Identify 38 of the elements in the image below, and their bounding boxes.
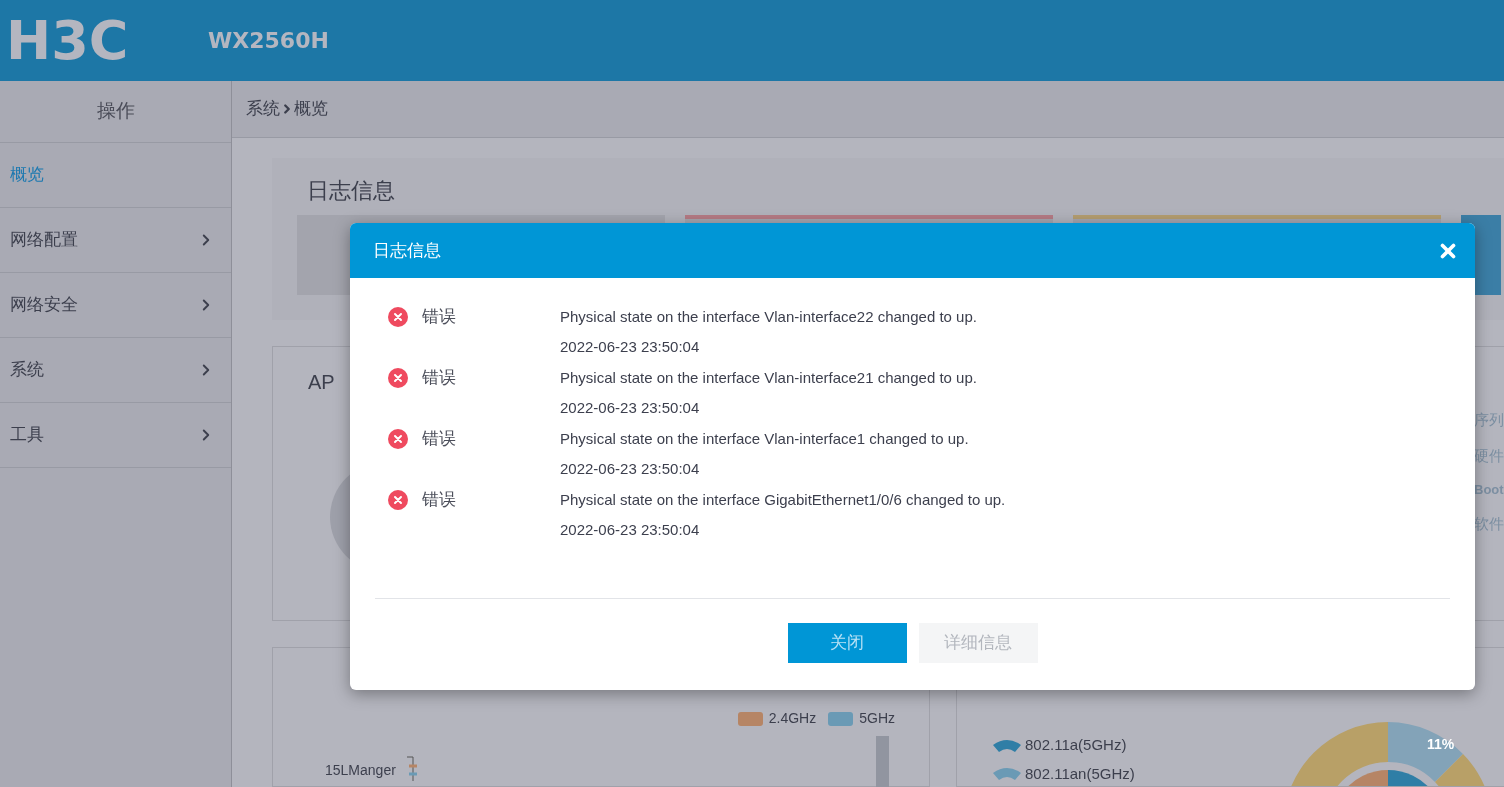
logo: H3C [6,13,130,68]
info-label: Boot [1474,481,1504,499]
log-time: 2022-06-23 23:50:04 [560,337,701,357]
dialog-button[interactable]: 关闭 [787,623,907,663]
donut-percent-label: 11% [1427,735,1455,754]
log-message: Physical state on the interface Vlan-interface21 changed to up. [560,368,977,388]
sidebar-item[interactable]: 系统 [0,338,231,403]
log-level: 错误 [422,429,456,449]
sidebar-heading: 操作 [96,99,135,124]
bar-drawing [405,756,419,782]
log-level: 错误 [422,490,456,510]
breadcrumb-current: 概览 [294,98,328,121]
legend-label: 802.11a(5GHz) [1025,735,1127,755]
error-icon [388,307,408,327]
sidebar-item[interactable]: 工具 [0,403,231,468]
breadcrumb-link[interactable]: 系统 [246,96,280,122]
legend-label: 2.4GHz [768,709,817,728]
scrollbar[interactable] [876,736,889,787]
log-time: 2022-06-23 23:50:04 [560,398,701,418]
dialog-title: 日志信息 [373,239,441,262]
card-title: AP [308,371,335,393]
log-message: Physical state on the interface GigabitEthernet1/0/6 changed to up. [560,490,1006,510]
log-time: 2022-06-23 23:50:04 [560,520,701,540]
device-model: WX2560H [208,27,329,55]
axis-label: 15LManger [325,761,396,780]
log-level: 错误 [422,368,456,388]
log-message: Physical state on the interface Vlan-interface22 changed to up. [560,307,977,327]
sidebar-item[interactable]: 网络配置 [0,208,231,273]
log-time: 2022-06-23 23:50:04 [560,459,701,479]
log-message: Physical state on the interface Vlan-interface1 changed to up. [560,429,969,449]
error-icon [388,429,408,449]
error-icon [388,490,408,510]
error-icon [388,368,408,388]
card-title: 日志信息 [307,177,396,205]
legend-label: 802.11an(5GHz) [1025,763,1135,784]
sidebar-item[interactable]: 网络安全 [0,273,231,338]
legend-label: 5GHz [859,709,895,728]
log-level: 错误 [422,307,456,327]
